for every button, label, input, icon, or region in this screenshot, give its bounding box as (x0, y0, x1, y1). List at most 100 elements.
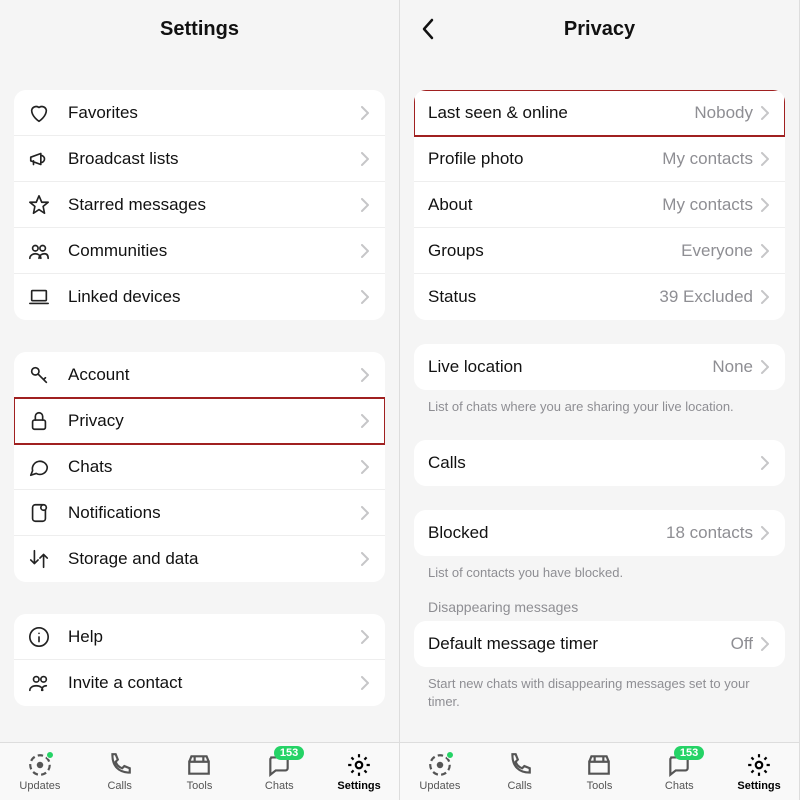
row-default-timer[interactable]: Default message timer Off (414, 621, 785, 667)
default-timer-footnote: Start new chats with disappearing messag… (414, 667, 785, 710)
chevron-right-icon (359, 413, 371, 429)
chevron-right-icon (759, 455, 771, 471)
info-icon (28, 626, 50, 648)
row-broadcast-lists[interactable]: Broadcast lists (14, 136, 385, 182)
tab-label: Updates (419, 780, 460, 792)
tools-icon (186, 752, 212, 778)
tab-chats[interactable]: 153Chats (243, 752, 315, 792)
chevron-right-icon (759, 243, 771, 259)
row-groups[interactable]: GroupsEveryone (414, 228, 785, 274)
megaphone-icon (28, 148, 50, 170)
badge: 153 (674, 746, 704, 760)
tab-settings[interactable]: Settings (723, 752, 795, 792)
invite-icon (28, 672, 50, 694)
chevron-right-icon (759, 359, 771, 375)
chevron-right-icon (359, 675, 371, 691)
row-label: Invite a contact (68, 673, 359, 693)
back-button[interactable] (410, 11, 446, 47)
row-profile-photo[interactable]: Profile photoMy contacts (414, 136, 785, 182)
row-label: Linked devices (68, 287, 359, 307)
settings-icon (746, 752, 772, 778)
row-label: Starred messages (68, 195, 359, 215)
disappearing-group: Default message timer Off (414, 621, 785, 667)
tabbar: Updates Calls Tools153ChatsSettings (0, 742, 399, 800)
row-storage-and-data[interactable]: Storage and data (14, 536, 385, 582)
chevron-right-icon (359, 105, 371, 121)
key-icon (28, 364, 50, 386)
chats-icon: 153 (266, 752, 292, 778)
chevron-right-icon (359, 151, 371, 167)
chevron-right-icon (359, 505, 371, 521)
row-value: None (712, 357, 753, 377)
row-label: Blocked (428, 523, 666, 543)
row-privacy[interactable]: Privacy (14, 398, 385, 444)
updates-icon (427, 752, 453, 778)
badge: 153 (274, 746, 304, 760)
row-status[interactable]: Status39 Excluded (414, 274, 785, 320)
settings-icon (346, 752, 372, 778)
calls-group: Calls (414, 440, 785, 486)
chevron-right-icon (359, 629, 371, 645)
row-blocked[interactable]: Blocked 18 contacts (414, 510, 785, 556)
row-communities[interactable]: Communities (14, 228, 385, 274)
chevron-right-icon (359, 243, 371, 259)
row-label: Default message timer (428, 634, 731, 654)
row-value: Off (731, 634, 753, 654)
row-calls[interactable]: Calls (414, 440, 785, 486)
tab-tools[interactable]: Tools (563, 752, 635, 792)
chevron-right-icon (359, 367, 371, 383)
row-label: Calls (428, 453, 759, 473)
tab-label: Settings (737, 780, 780, 792)
tab-updates[interactable]: Updates (404, 752, 476, 792)
row-starred-messages[interactable]: Starred messages (14, 182, 385, 228)
chevron-right-icon (759, 197, 771, 213)
chevron-right-icon (359, 197, 371, 213)
tab-label: Calls (107, 780, 131, 792)
settings-panel: Settings Favorites Broadcast lists Starred… (0, 0, 400, 800)
row-value: My contacts (662, 195, 753, 215)
tools-icon (586, 752, 612, 778)
storage-icon (28, 548, 50, 570)
row-about[interactable]: AboutMy contacts (414, 182, 785, 228)
row-account[interactable]: Account (14, 352, 385, 398)
row-label: Last seen & online (428, 103, 694, 123)
disappearing-section-head: Disappearing messages (414, 581, 785, 621)
privacy-content: Last seen & onlineNobodyProfile photoMy … (400, 58, 799, 742)
row-label: About (428, 195, 662, 215)
row-label: Storage and data (68, 549, 359, 569)
row-last-seen-online[interactable]: Last seen & onlineNobody (414, 90, 785, 136)
row-linked-devices[interactable]: Linked devices (14, 274, 385, 320)
tabbar: Updates CallsTools153Chats Settings (400, 742, 799, 800)
row-label: Favorites (68, 103, 359, 123)
row-notifications[interactable]: Notifications (14, 490, 385, 536)
tab-updates[interactable]: Updates (4, 752, 76, 792)
row-help[interactable]: Help (14, 614, 385, 660)
chevron-right-icon (759, 636, 771, 652)
row-value: My contacts (662, 149, 753, 169)
tab-tools[interactable]: Tools (163, 752, 235, 792)
star-icon (28, 194, 50, 216)
tab-label: Updates (19, 780, 60, 792)
settings-header: Settings (0, 0, 399, 58)
blocked-footnote: List of contacts you have blocked. (414, 556, 785, 582)
row-live-location[interactable]: Live location None (414, 344, 785, 390)
live-location-group: Live location None (414, 344, 785, 390)
tab-settings[interactable]: Settings (323, 752, 395, 792)
privacy-header: Privacy (400, 0, 799, 58)
settings-group-1: Favorites Broadcast lists Starred messages… (14, 90, 385, 320)
row-favorites[interactable]: Favorites (14, 90, 385, 136)
chats-icon: 153 (666, 752, 692, 778)
row-label: Chats (68, 457, 359, 477)
calls-icon (107, 752, 133, 778)
row-label: Groups (428, 241, 681, 261)
tab-calls[interactable]: Calls (84, 752, 156, 792)
heart-icon (28, 102, 50, 124)
notification-dot (446, 751, 454, 759)
row-invite-a-contact[interactable]: Invite a contact (14, 660, 385, 706)
tab-chats[interactable]: 153Chats (643, 752, 715, 792)
tab-calls[interactable]: Calls (484, 752, 556, 792)
calls-icon (507, 752, 533, 778)
row-chats[interactable]: Chats (14, 444, 385, 490)
settings-title: Settings (160, 18, 239, 41)
lock-icon (28, 410, 50, 432)
